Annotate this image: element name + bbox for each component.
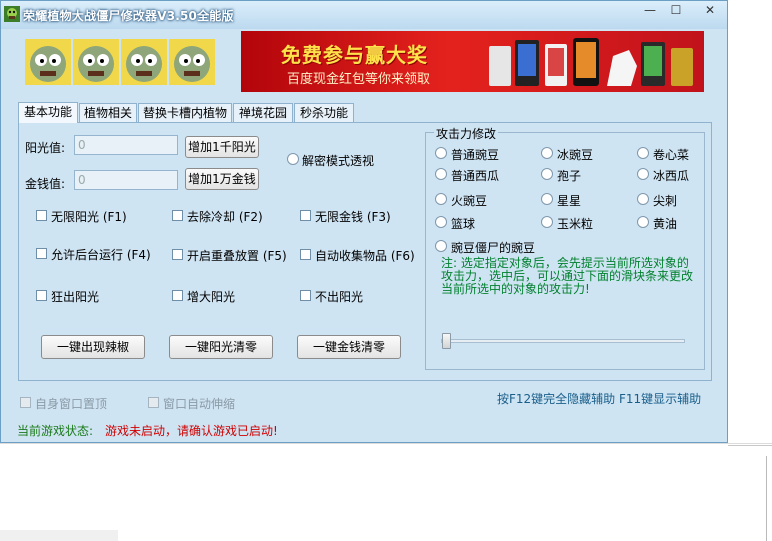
ad-banner[interactable]: 免费参与赢大奖 百度现金红包等你来领取	[241, 31, 704, 92]
attack-radio-basketball[interactable]	[435, 216, 447, 228]
attack-radio-kernel[interactable]	[541, 216, 553, 228]
background-divider-right	[728, 445, 772, 446]
zombie-head-image	[169, 39, 215, 85]
bigger-sun-label: 增大阳光	[187, 290, 236, 304]
attack-option-label: 星星	[557, 194, 582, 208]
crazy-sun-checkbox[interactable]	[36, 290, 47, 301]
attack-radio-butter[interactable]	[637, 216, 649, 228]
attack-radio-snow-pea[interactable]	[541, 147, 553, 159]
money-value-field[interactable]: 0	[74, 170, 178, 190]
attack-note: 注: 选定指定对象后，会先提示当前所选对象的攻击力，选中后，可以通过下面的滑块条…	[441, 256, 694, 296]
zombie-head-image	[121, 39, 167, 85]
game-status-title: 当前游戏状态:	[17, 424, 94, 438]
money-label: 金钱值:	[25, 177, 66, 191]
phones-product-image	[489, 38, 693, 86]
attack-slider-track[interactable]	[441, 339, 685, 343]
infinite-sun-label: 无限阳光 (F1)	[51, 210, 127, 224]
attack-option-label: 黄油	[653, 217, 678, 231]
background-divider	[0, 443, 772, 444]
hotkey-hint: 按F12键完全隐藏辅助 F11键显示辅助	[497, 392, 702, 406]
app-icon	[4, 6, 20, 22]
bigger-sun-checkbox[interactable]	[172, 290, 183, 301]
xray-mode-label: 解密模式透视	[302, 154, 375, 168]
zombie-head-image	[73, 39, 119, 85]
background-run-checkbox[interactable]	[36, 248, 47, 259]
sun-value-field[interactable]: 0	[74, 135, 178, 155]
autoshrink-checkbox[interactable]	[148, 397, 159, 408]
attack-radio-pea[interactable]	[435, 147, 447, 159]
background-run-label: 允许后台运行 (F4)	[51, 248, 151, 262]
auto-collect-checkbox[interactable]	[300, 249, 311, 260]
no-sun-label: 不出阳光	[315, 290, 364, 304]
infinite-money-label: 无限金钱 (F3)	[315, 210, 391, 224]
attack-option-label: 玉米粒	[557, 217, 594, 231]
topmost-checkbox[interactable]	[20, 397, 31, 408]
no-cooldown-checkbox[interactable]	[172, 210, 183, 221]
auto-collect-label: 自动收集物品 (F6)	[315, 249, 415, 263]
attack-radio-winter-melon[interactable]	[637, 168, 649, 180]
topmost-label: 自身窗口置顶	[35, 397, 108, 411]
attack-option-label: 尖刺	[653, 194, 678, 208]
attack-option-label: 篮球	[451, 217, 476, 231]
overlap-placement-label: 开启重叠放置 (F5)	[187, 249, 287, 263]
no-sun-checkbox[interactable]	[300, 290, 311, 301]
banner-subline: 百度现金红包等你来领取	[287, 72, 431, 87]
no-cooldown-label: 去除冷却 (F2)	[187, 210, 263, 224]
clear-money-button[interactable]: 一键金钱清零	[297, 335, 401, 359]
attack-option-label: 普通西瓜	[451, 169, 500, 183]
overlap-placement-checkbox[interactable]	[172, 249, 183, 260]
attack-radio-star[interactable]	[541, 193, 553, 205]
xray-mode-radio[interactable]	[287, 153, 299, 165]
add-money-button[interactable]: 增加1万金钱	[185, 168, 259, 190]
tab-basic[interactable]: 基本功能	[18, 102, 78, 123]
sun-label: 阳光值:	[25, 141, 66, 155]
add-sun-button[interactable]: 增加1千阳光	[185, 136, 259, 158]
title-bar[interactable]: 荣耀植物大战僵尸修改器V3.50全能版 — ☐ ✕	[1, 1, 727, 29]
banner-headline: 免费参与赢大奖	[281, 43, 428, 67]
tab-zen-garden[interactable]: 禅境花园	[233, 103, 293, 122]
attack-radio-cabbage[interactable]	[637, 147, 649, 159]
maximize-button[interactable]: ☐	[663, 1, 689, 21]
attack-radio-melon[interactable]	[435, 168, 447, 180]
attack-slider-thumb[interactable]	[442, 333, 451, 349]
attack-option-label: 孢子	[557, 169, 582, 183]
game-status-message: 游戏未启动，请确认游戏已启动!	[105, 424, 278, 438]
infinite-money-checkbox[interactable]	[300, 210, 311, 221]
tab-instant-kill[interactable]: 秒杀功能	[294, 103, 354, 122]
attack-option-label: 冰西瓜	[653, 169, 690, 183]
trainer-window: 荣耀植物大战僵尸修改器V3.50全能版 — ☐ ✕ 免费参与赢大奖 百度现金红包…	[0, 0, 728, 443]
background-scroll-edge	[766, 456, 767, 541]
clear-sun-button[interactable]: 一键阳光清零	[169, 335, 273, 359]
attack-option-label: 普通豌豆	[451, 148, 500, 162]
background-taskbar-strip	[0, 530, 118, 541]
attack-radio-spore[interactable]	[541, 168, 553, 180]
minimize-button[interactable]: —	[637, 1, 663, 21]
window-title: 荣耀植物大战僵尸修改器V3.50全能版	[23, 9, 234, 23]
attack-radio-spike[interactable]	[637, 193, 649, 205]
infinite-sun-checkbox[interactable]	[36, 210, 47, 221]
attack-option-label: 豌豆僵尸的豌豆	[451, 241, 536, 255]
crazy-sun-label: 狂出阳光	[51, 290, 100, 304]
attack-radio-fire-pea[interactable]	[435, 193, 447, 205]
attack-option-label: 卷心菜	[653, 148, 690, 162]
attack-option-label: 火豌豆	[451, 194, 488, 208]
attack-group-legend: 攻击力修改	[434, 125, 499, 142]
tab-plants[interactable]: 植物相关	[79, 103, 137, 122]
attack-radio-zombie-pea[interactable]	[435, 240, 447, 252]
zombie-head-image	[25, 39, 71, 85]
close-button[interactable]: ✕	[697, 1, 723, 21]
autoshrink-label: 窗口自动伸缩	[163, 397, 236, 411]
attack-option-label: 冰豌豆	[557, 148, 594, 162]
spawn-jalapeno-button[interactable]: 一键出现辣椒	[41, 335, 145, 359]
tab-replace-slot[interactable]: 替换卡槽内植物	[138, 103, 232, 122]
